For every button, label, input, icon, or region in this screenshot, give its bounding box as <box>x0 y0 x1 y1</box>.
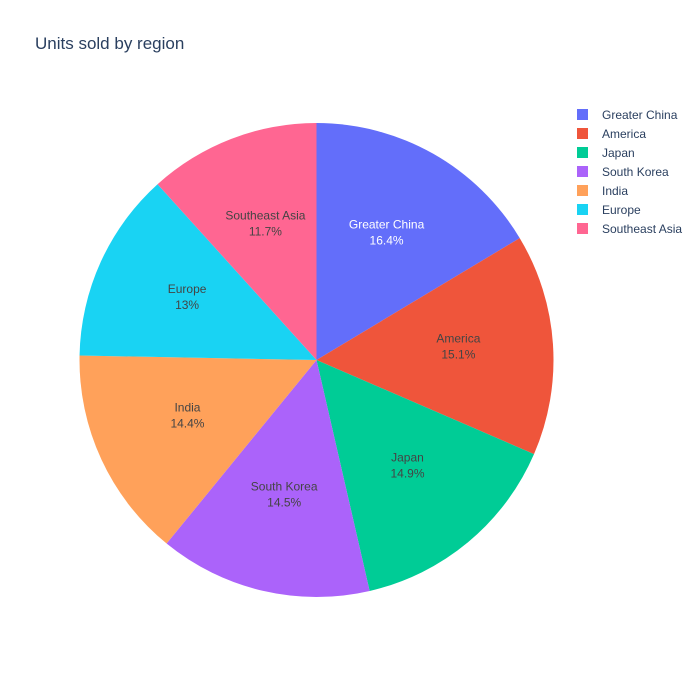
legend-item-india[interactable]: India <box>577 184 628 198</box>
legend-swatch <box>577 166 588 177</box>
legend-swatch <box>577 147 588 158</box>
legend-item-southeast-asia[interactable]: Southeast Asia <box>577 222 682 236</box>
legend-swatch <box>577 223 588 234</box>
slice-name-label: America <box>436 332 480 346</box>
legend-item-europe[interactable]: Europe <box>577 203 641 217</box>
legend-label: South Korea <box>602 165 669 179</box>
legend-swatch <box>577 185 588 196</box>
slice-percent-label: 13% <box>175 298 199 312</box>
legend: Greater China America Japan South Korea Indi… <box>577 108 682 236</box>
slice-name-label: Japan <box>391 450 424 464</box>
legend-swatch <box>577 109 588 120</box>
slice-percent-label: 16.4% <box>370 233 404 247</box>
legend-label: America <box>602 127 646 141</box>
slice-percent-label: 14.5% <box>267 495 301 509</box>
slice-name-label: India <box>174 401 200 415</box>
slice-percent-label: 15.1% <box>441 348 475 362</box>
legend-label: Greater China <box>602 108 678 122</box>
slice-percent-label: 11.7% <box>249 224 282 238</box>
legend-label: Southeast Asia <box>602 222 682 236</box>
chart-container: Units sold by region Greater China 16.4% A… <box>0 0 700 700</box>
pie-slices <box>79 123 554 597</box>
slice-name-label: South Korea <box>251 479 318 493</box>
slice-percent-label: 14.9% <box>390 466 424 480</box>
legend-item-south-korea[interactable]: South Korea <box>577 165 669 179</box>
slice-name-label: Southeast Asia <box>225 208 305 222</box>
slice-name-label: Europe <box>168 282 207 296</box>
legend-item-america[interactable]: America <box>577 127 646 141</box>
slice-percent-label: 14.4% <box>170 417 204 431</box>
slice-name-label: Greater China <box>349 217 425 231</box>
legend-item-japan[interactable]: Japan <box>577 146 635 160</box>
legend-label: Europe <box>602 203 641 217</box>
legend-label: India <box>602 184 628 198</box>
legend-item-greater-china[interactable]: Greater China <box>577 108 678 122</box>
legend-swatch <box>577 204 588 215</box>
legend-swatch <box>577 128 588 139</box>
legend-label: Japan <box>602 146 635 160</box>
pie-chart: Greater China 16.4% America 15.1% Japan 14.9%… <box>79 108 682 597</box>
